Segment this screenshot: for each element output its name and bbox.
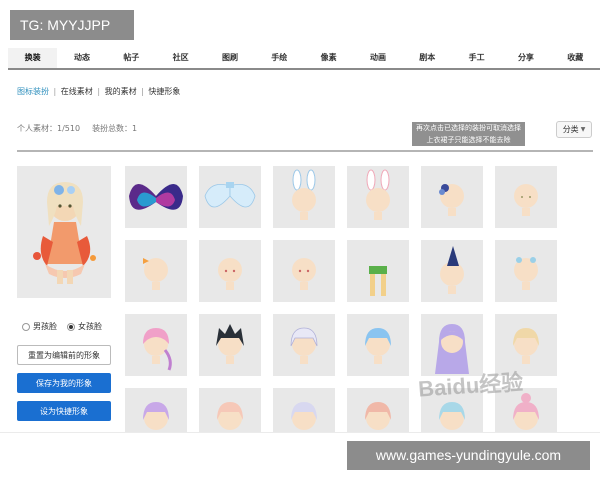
tab-share[interactable]: 分享: [501, 48, 550, 68]
hair-white-short-icon[interactable]: [273, 314, 335, 376]
female-face-option[interactable]: 女孩脸: [67, 321, 102, 332]
subnav-separator: |: [97, 87, 101, 96]
avatar-preview: [17, 166, 111, 298]
top-tab-bar: 换装 动态 帖子 社区 图刷 手绘 像素 动画 剧本 手工 分享 收藏: [8, 48, 600, 70]
male-face-label: 男孩脸: [33, 322, 57, 331]
subnav-my-materials[interactable]: 我的素材: [105, 87, 137, 96]
male-face-option[interactable]: 男孩脸: [22, 321, 57, 332]
tab-dressup[interactable]: 换装: [8, 48, 58, 68]
hair-clip-blue-icon[interactable]: [421, 166, 483, 228]
bunny-ears-blue-icon[interactable]: [273, 166, 335, 228]
hair-pink-short-icon[interactable]: [125, 314, 187, 376]
head-plain-icon[interactable]: [273, 240, 335, 302]
hint-notice: 再次点击已选择的装扮可取消选择 上衣裙子只能选择不能去除: [412, 122, 525, 146]
female-face-label: 女孩脸: [78, 322, 102, 331]
tab-handdraw[interactable]: 手绘: [255, 48, 304, 68]
subnav-online-materials[interactable]: 在线素材: [61, 87, 93, 96]
subnav-quick-avatar[interactable]: 快捷形象: [148, 87, 180, 96]
tab-animation[interactable]: 动画: [353, 48, 402, 68]
tab-pixel[interactable]: 像素: [304, 48, 353, 68]
pants-green-icon[interactable]: [347, 240, 409, 302]
category-dropdown-label: 分类: [562, 125, 579, 134]
male-face-radio[interactable]: [22, 322, 30, 331]
section-divider: [17, 150, 593, 152]
subnav-icon-dressup[interactable]: 图标装扮: [17, 87, 49, 96]
reset-avatar-button[interactable]: 重置为编辑前的形象: [17, 345, 111, 365]
subnav-separator: |: [53, 87, 57, 96]
hint-line-2: 上衣裙子只能选择不能去除: [426, 136, 511, 144]
site-url-label: www.games-yundingyule.com: [347, 441, 590, 470]
sub-navigation: 图标装扮 | 在线素材 | 我的素材 | 快捷形象: [17, 86, 180, 97]
hair-black-spiky-icon[interactable]: [199, 314, 261, 376]
tg-label: TG: MYYJJPP: [10, 10, 134, 40]
avatar-figure-icon: [33, 182, 96, 284]
personal-material-count: 个人素材：1/510: [17, 124, 81, 133]
female-face-radio[interactable]: [67, 322, 75, 331]
head-flower-icon[interactable]: [495, 240, 557, 302]
wings-dark-icon[interactable]: [125, 166, 187, 228]
face-gender-selector: 男孩脸 女孩脸: [22, 321, 102, 332]
head-bow-icon[interactable]: [125, 240, 187, 302]
material-stats: 个人素材：1/510 装扮总数：1: [17, 123, 137, 134]
hat-navy-icon[interactable]: [421, 240, 483, 302]
tab-community[interactable]: 社区: [156, 48, 205, 68]
outfit-total-count: 装扮总数：1: [92, 124, 138, 133]
subnav-separator: |: [141, 87, 144, 96]
head-plain-icon[interactable]: [199, 240, 261, 302]
chevron-down-icon: ▼: [580, 126, 586, 133]
tab-handcraft[interactable]: 手工: [452, 48, 501, 68]
bunny-ears-pink-icon[interactable]: [347, 166, 409, 228]
tab-script[interactable]: 剧本: [403, 48, 452, 68]
tab-favorites[interactable]: 收藏: [551, 48, 600, 68]
save-avatar-button[interactable]: 保存为我的形象: [17, 373, 111, 393]
set-quick-avatar-button[interactable]: 设为快捷形象: [17, 401, 111, 421]
hint-line-1: 再次点击已选择的装扮可取消选择: [416, 124, 521, 132]
category-dropdown[interactable]: 分类 ▼: [556, 121, 592, 138]
tab-posts[interactable]: 帖子: [107, 48, 156, 68]
wings-light-icon[interactable]: [199, 166, 261, 228]
hair-blue-short-icon[interactable]: [347, 314, 409, 376]
head-plain-icon[interactable]: [495, 166, 557, 228]
tab-brush[interactable]: 图刷: [205, 48, 254, 68]
tab-dynamic[interactable]: 动态: [57, 48, 106, 68]
